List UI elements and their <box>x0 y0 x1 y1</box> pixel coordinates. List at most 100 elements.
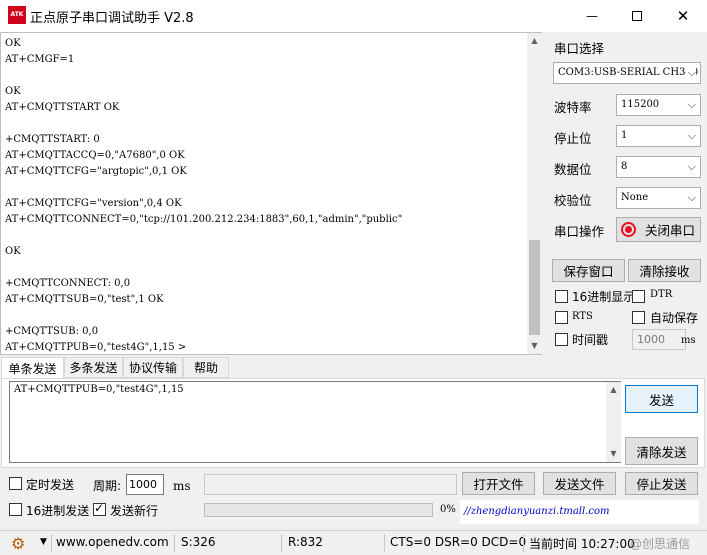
status-separator <box>523 534 524 552</box>
maximize-button[interactable] <box>614 0 660 32</box>
data-bits-label: 数据位 <box>554 162 592 177</box>
stop-send-button[interactable]: 停止发送 <box>625 472 698 495</box>
receive-line: AT+CMQTTCFG="version",0,4 OK <box>5 198 182 209</box>
minimize-button[interactable]: — <box>569 0 615 32</box>
baud-select[interactable]: 115200 ⌵ <box>616 94 701 116</box>
dtr-label: DTR <box>650 289 673 300</box>
clear-send-button[interactable]: 清除发送 <box>625 437 698 465</box>
file-path-field[interactable] <box>204 474 457 495</box>
stop-bits-select[interactable]: 1 ⌵ <box>616 125 701 147</box>
receive-line <box>5 180 523 196</box>
port-operation-label: 串口操作 <box>554 224 605 239</box>
receive-line: OK <box>5 38 21 49</box>
status-bar: ⚙ ▼ www.openedv.com S:326 R:832 CTS=0 DS… <box>0 530 707 555</box>
scrollbar-thumb[interactable] <box>529 240 540 335</box>
chevron-down-icon: ⌵ <box>687 191 696 204</box>
send-button[interactable]: 发送 <box>625 385 698 413</box>
settings-dropdown-icon[interactable]: ▼ <box>40 537 47 547</box>
close-button[interactable]: ✕ <box>660 0 706 32</box>
scroll-down-icon[interactable]: ▼ <box>527 338 542 354</box>
timestamp-label: 时间戳 <box>572 333 609 347</box>
stop-circle-icon <box>621 222 636 237</box>
tab-single-send[interactable]: 单条发送 <box>1 357 64 379</box>
app-logo-icon: ATK <box>8 6 26 24</box>
parity-select[interactable]: None ⌵ <box>616 187 701 209</box>
hex-display-checkbox[interactable] <box>555 290 568 303</box>
tab-multi-send[interactable]: 多条发送 <box>64 357 123 378</box>
send-scrollbar[interactable]: ▲ ▼ <box>606 382 621 462</box>
rts-checkbox[interactable] <box>555 311 568 324</box>
receive-line: AT+CMQTTSTART OK <box>5 102 120 113</box>
auto-save-checkbox[interactable] <box>632 311 645 324</box>
timestamp-unit: ms <box>681 335 696 346</box>
receive-line: AT+CMQTTCONNECT=0,"tcp://101.200.212.234… <box>5 214 403 225</box>
receive-scrollbar[interactable]: ▲ ▼ <box>527 33 542 354</box>
maximize-icon <box>632 11 642 21</box>
scroll-down-icon[interactable]: ▼ <box>606 446 621 462</box>
receive-line <box>5 68 523 84</box>
title-bar: ATK 正点原子串口调试助手 V2.8 — ✕ <box>0 0 707 32</box>
minimize-icon: — <box>586 9 598 23</box>
parity-label: 校验位 <box>554 193 592 208</box>
send-textarea[interactable]: AT+CMQTTPUB=0,"test4G",1,15 ▲ ▼ <box>9 381 621 463</box>
port-select-value: COM3:USB-SERIAL CH340 <box>558 67 699 78</box>
receive-line <box>5 116 523 132</box>
baud-select-value: 115200 <box>621 99 660 110</box>
close-port-button[interactable]: 关闭串口 <box>616 217 701 242</box>
receive-line <box>5 260 523 276</box>
receive-line: +CMQTTSTART: 0 <box>5 134 100 145</box>
dtr-checkbox[interactable] <box>632 290 645 303</box>
data-bits-select[interactable]: 8 ⌵ <box>616 156 701 178</box>
send-newline-label: 发送新行 <box>110 504 159 518</box>
receive-line <box>5 308 523 324</box>
scroll-up-icon[interactable]: ▲ <box>527 33 542 49</box>
status-separator <box>174 534 175 552</box>
sent-count: S:326 <box>181 535 216 549</box>
chevron-down-icon: ⌵ <box>687 160 696 173</box>
stop-bits-value: 1 <box>621 130 628 141</box>
send-file-button[interactable]: 发送文件 <box>543 472 616 495</box>
hex-send-checkbox[interactable] <box>9 503 22 516</box>
gear-icon[interactable]: ⚙ <box>11 534 25 553</box>
period-input[interactable]: 1000 <box>126 474 164 495</box>
receive-line: +CMQTTCONNECT: 0,0 <box>5 278 131 289</box>
window-title: 正点原子串口调试助手 V2.8 <box>30 11 194 26</box>
save-window-button[interactable]: 保存窗口 <box>552 259 625 282</box>
stop-bits-label: 停止位 <box>554 131 592 146</box>
timestamp-interval-input[interactable]: 1000 <box>632 329 686 350</box>
receive-line: AT+CMQTTCFG="argtopic",0,1 OK <box>5 166 187 177</box>
send-newline-checkbox[interactable] <box>93 501 106 516</box>
tmall-link-panel: //zhengdianyuanzi.tmall.com <box>460 500 699 524</box>
close-icon: ✕ <box>676 7 690 25</box>
timestamp-checkbox[interactable] <box>555 333 568 346</box>
receive-textarea[interactable]: OK AT+CMGF=1 OK AT+CMQTTSTART OK +CMQTTSTART… <box>0 32 542 355</box>
tab-help[interactable]: 帮助 <box>183 357 229 378</box>
auto-save-label: 自动保存 <box>650 311 699 325</box>
receive-line: AT+CMQTTACCQ=0,"A7680",0 OK <box>5 150 185 161</box>
parity-value: None <box>621 192 649 203</box>
port-select[interactable]: COM3:USB-SERIAL CH340 ⌵ <box>553 62 701 84</box>
tab-protocol[interactable]: 协议传输 <box>123 357 183 378</box>
chevron-down-icon: ⌵ <box>687 98 696 111</box>
website-link[interactable]: www.openedv.com <box>56 535 169 549</box>
open-file-button[interactable]: 打开文件 <box>462 472 535 495</box>
received-count[interactable]: R:832 <box>288 535 323 549</box>
baud-label: 波特率 <box>554 100 592 115</box>
send-text: AT+CMQTTPUB=0,"test4G",1,15 <box>14 384 184 395</box>
data-bits-value: 8 <box>621 161 628 172</box>
receive-line: OK <box>5 86 21 97</box>
tmall-link[interactable]: //zhengdianyuanzi.tmall.com <box>464 506 610 517</box>
close-port-label: 关闭串口 <box>645 223 696 238</box>
app-logo-text: ATK <box>10 11 24 18</box>
timed-send-checkbox[interactable] <box>9 477 22 490</box>
clear-receive-button[interactable]: 清除接收 <box>628 259 701 282</box>
port-select-label: 串口选择 <box>554 41 605 56</box>
hex-send-label: 16进制发送 <box>26 504 90 518</box>
status-separator <box>384 534 385 552</box>
period-unit: ms <box>173 479 191 493</box>
receive-line <box>5 228 523 244</box>
receive-line: AT+CMQTTSUB=0,"test",1 OK <box>5 294 164 305</box>
scroll-up-icon[interactable]: ▲ <box>606 382 621 398</box>
timed-send-label: 定时发送 <box>26 478 75 492</box>
receive-line: AT+CMGF=1 <box>5 54 75 65</box>
